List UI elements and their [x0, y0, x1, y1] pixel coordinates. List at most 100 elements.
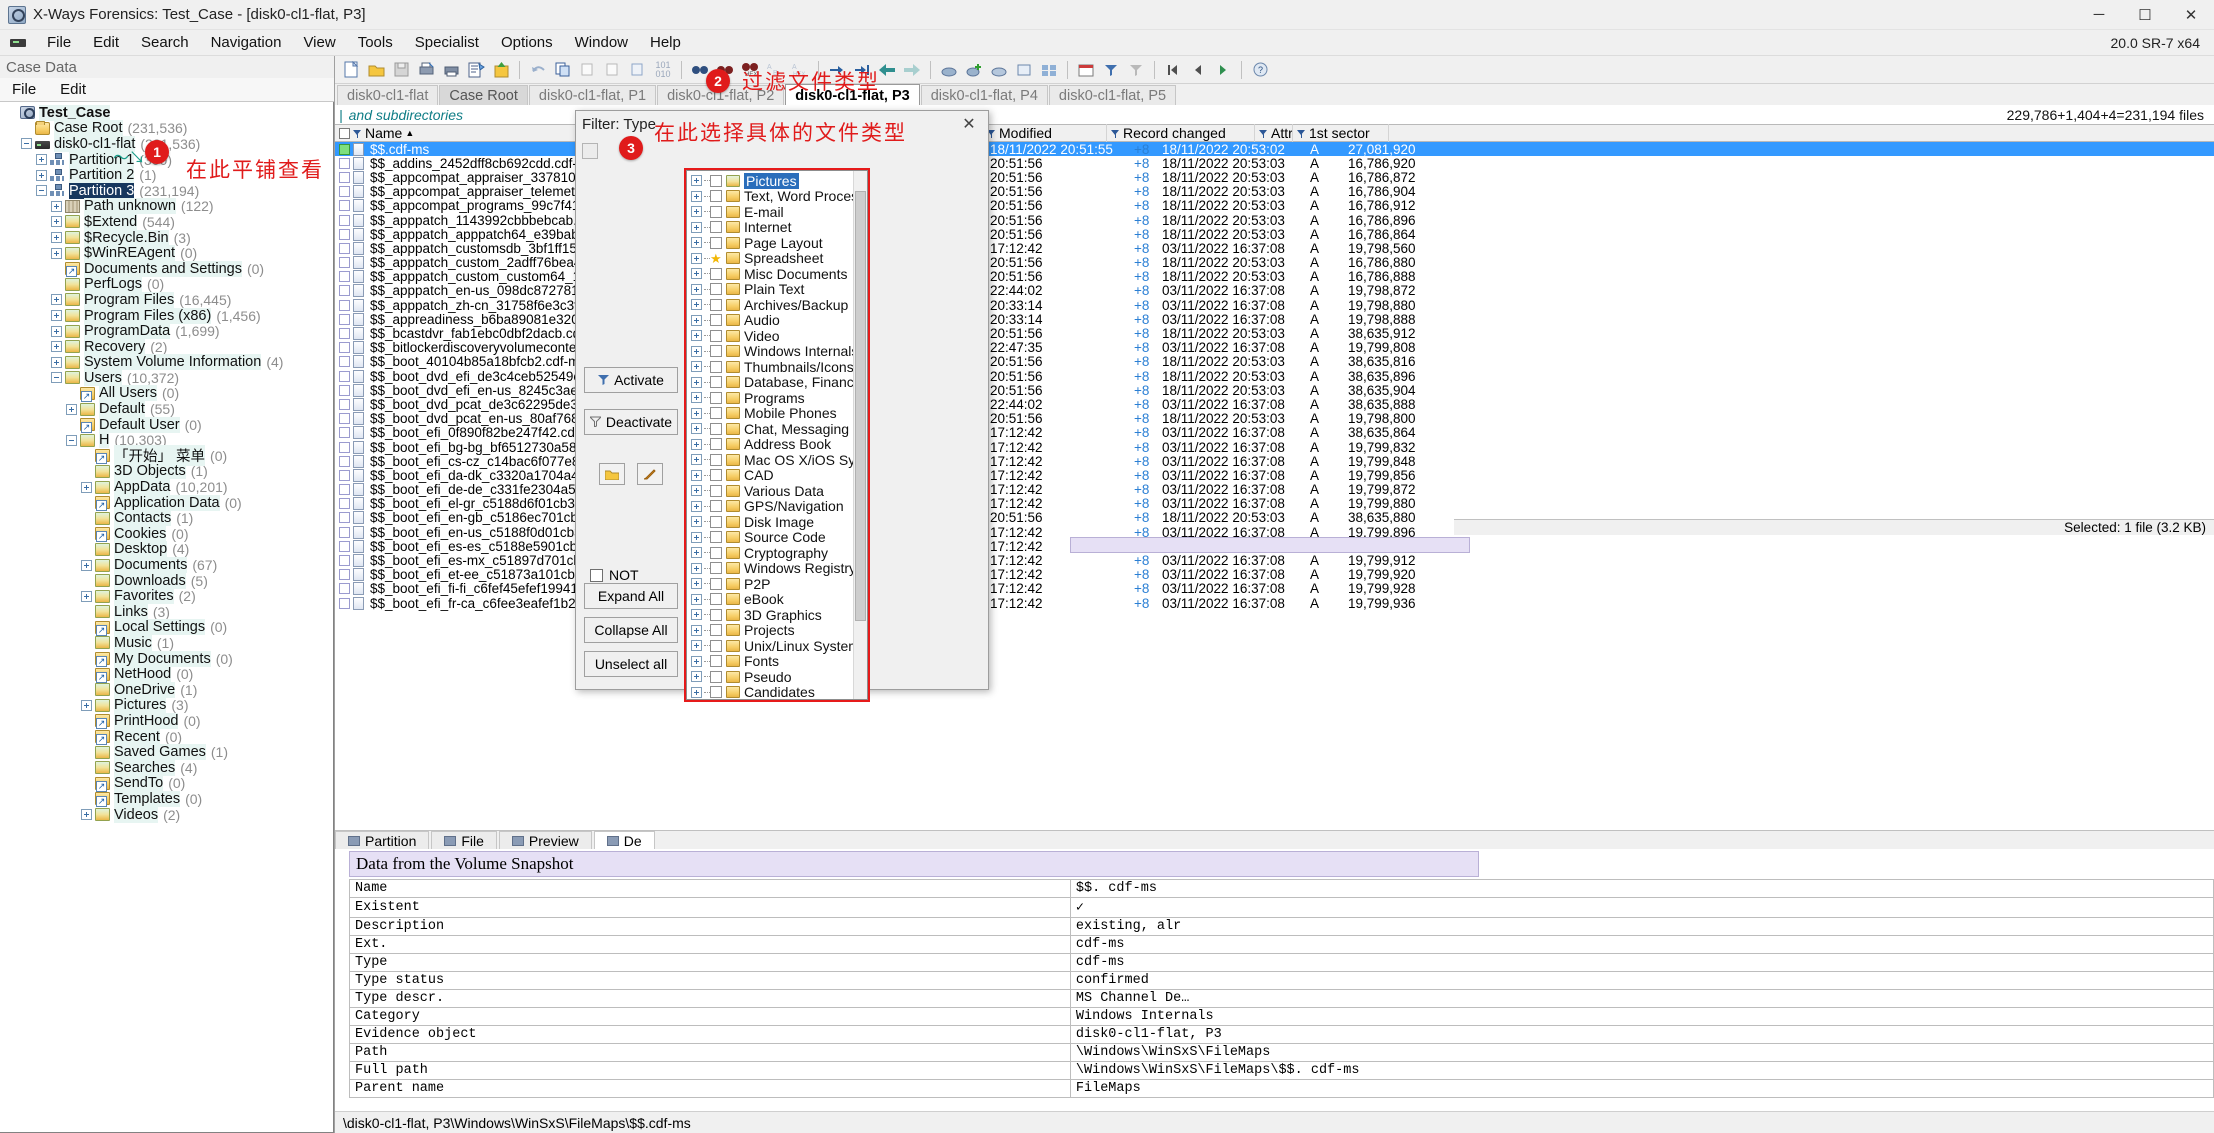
save-icon[interactable]	[389, 58, 413, 82]
row-checkbox[interactable]	[339, 540, 350, 552]
tree-item-case-root[interactable]: Case Root (231,536)	[2, 120, 333, 137]
file-type-checkbox[interactable]	[710, 267, 722, 280]
tab-case-root[interactable]: Case Root	[439, 85, 528, 105]
expand-icon[interactable]	[691, 578, 702, 590]
tree-item-favorites[interactable]: Favorites (2)	[2, 588, 333, 605]
row-checkbox[interactable]	[339, 257, 350, 269]
collapse-icon[interactable]	[21, 138, 32, 150]
file-type-checkbox[interactable]	[710, 562, 722, 575]
copy-add-icon[interactable]	[576, 58, 600, 82]
copy-icon[interactable]	[551, 58, 575, 82]
tree-item-templates[interactable]: Templates(0)	[2, 790, 333, 808]
edit-filter-button[interactable]	[637, 463, 663, 485]
file-type-checkbox[interactable]	[710, 655, 722, 668]
file-type-checkbox[interactable]	[710, 221, 722, 234]
file-type-cryptography[interactable]: Cryptography	[687, 545, 867, 561]
file-type-plain-text[interactable]: Plain Text	[687, 281, 867, 297]
case-menu-file[interactable]: File	[0, 79, 48, 100]
case-menu-edit[interactable]: Edit	[48, 79, 98, 100]
detail-tab-file[interactable]: File	[431, 830, 497, 850]
maximize-button[interactable]: ☐	[2122, 0, 2168, 30]
expand-icon[interactable]	[691, 469, 702, 481]
expand-icon[interactable]	[51, 294, 62, 306]
file-type-mobile-phones[interactable]: Mobile Phones	[687, 405, 867, 421]
tree-item-all-users[interactable]: All Users(0)	[2, 385, 333, 402]
tree-item-extend[interactable]: $Extend (544)	[2, 213, 333, 230]
row-checkbox[interactable]	[339, 484, 350, 496]
expand-icon[interactable]	[691, 237, 702, 249]
tree-item-recovery[interactable]: Recovery (2)	[2, 338, 333, 355]
expand-icon[interactable]	[691, 485, 702, 497]
prev-page-icon[interactable]	[1186, 58, 1210, 82]
tree-item-[interactable]: 「开始」 菜单(0)	[2, 445, 333, 467]
help-icon[interactable]: ?	[1248, 58, 1272, 82]
expand-icon[interactable]	[51, 310, 62, 322]
copy-block-icon[interactable]	[626, 58, 650, 82]
tab-disk0-cl1-flat-p1[interactable]: disk0-cl1-flat, P1	[528, 85, 657, 105]
row-checkbox[interactable]	[339, 526, 350, 538]
close-button[interactable]: ✕	[2168, 0, 2214, 30]
partial-select-star-icon[interactable]: ★	[710, 252, 723, 265]
column-header-attr[interactable]: Attr.	[1255, 124, 1293, 142]
scrollbar-thumb[interactable]	[855, 191, 866, 621]
dialog-close-icon[interactable]: ✕	[956, 113, 982, 135]
row-checkbox[interactable]	[339, 597, 350, 609]
tree-item-documents[interactable]: Documents (67)	[2, 557, 333, 574]
expand-icon[interactable]	[691, 547, 702, 559]
tree-item-searches[interactable]: Searches (4)	[2, 759, 333, 776]
expand-icon[interactable]	[691, 686, 702, 698]
column-header-name[interactable]: Name ▲	[335, 124, 587, 142]
file-type-checkbox[interactable]	[710, 314, 722, 327]
not-option[interactable]: NOT	[590, 567, 639, 583]
row-checkbox[interactable]	[339, 469, 350, 481]
expand-icon[interactable]	[691, 175, 702, 187]
expand-icon[interactable]	[51, 247, 62, 259]
expand-icon[interactable]	[691, 252, 702, 264]
tree-item-recent[interactable]: Recent(0)	[2, 728, 333, 746]
row-checkbox[interactable]	[339, 398, 350, 410]
expand-icon[interactable]	[81, 559, 92, 571]
collapse-icon[interactable]	[36, 185, 47, 197]
expand-icon[interactable]	[36, 154, 47, 166]
unselect-all-button[interactable]: Unselect all	[584, 651, 678, 677]
menu-tools[interactable]: Tools	[347, 31, 404, 54]
file-type-gps-navigation[interactable]: GPS/Navigation	[687, 498, 867, 514]
row-checkbox[interactable]	[339, 186, 350, 198]
filter-funnel-icon[interactable]	[1111, 129, 1120, 138]
file-type-checkbox[interactable]	[710, 407, 722, 420]
menu-help[interactable]: Help	[639, 31, 692, 54]
expand-icon[interactable]	[81, 481, 92, 493]
hash-icon[interactable]	[1012, 58, 1036, 82]
collapse-all-button[interactable]: Collapse All	[584, 617, 678, 643]
snapshot-add-icon[interactable]	[962, 58, 986, 82]
row-checkbox[interactable]	[339, 413, 350, 425]
tree-item-downloads[interactable]: Downloads (5)	[2, 572, 333, 589]
file-type-checkbox[interactable]	[710, 360, 722, 373]
detail-tab-partition[interactable]: Partition	[335, 830, 430, 850]
row-checkbox[interactable]	[339, 427, 350, 439]
menu-window[interactable]: Window	[564, 31, 639, 54]
file-type-checkbox[interactable]	[710, 484, 722, 497]
file-type-checkbox[interactable]	[710, 283, 722, 296]
filter-funnel-icon[interactable]	[353, 129, 362, 138]
detail-tab-preview[interactable]: Preview	[498, 830, 592, 850]
tree-item-nethood[interactable]: NetHood(0)	[2, 666, 333, 683]
file-type-programs[interactable]: Programs	[687, 390, 867, 406]
file-type-checkbox[interactable]	[710, 670, 722, 683]
expand-icon[interactable]	[691, 206, 702, 218]
file-type-pictures[interactable]: Pictures	[687, 172, 867, 189]
row-checkbox[interactable]	[339, 171, 350, 183]
row-checkbox[interactable]	[339, 498, 350, 510]
binary-icon[interactable]: 101 010	[651, 58, 675, 82]
row-checkbox[interactable]	[339, 583, 350, 595]
file-type-checkbox[interactable]	[710, 593, 722, 606]
menu-edit[interactable]: Edit	[82, 31, 130, 54]
expand-icon[interactable]	[691, 314, 702, 326]
expand-icon[interactable]	[66, 403, 77, 415]
menu-file[interactable]: File	[36, 31, 82, 54]
tree-item-desktop[interactable]: Desktop (4)	[2, 541, 333, 558]
gallery-icon[interactable]	[1037, 58, 1061, 82]
first-page-icon[interactable]	[1161, 58, 1185, 82]
expand-icon[interactable]	[691, 500, 702, 512]
file-type-address-book[interactable]: Address Book	[687, 436, 867, 452]
